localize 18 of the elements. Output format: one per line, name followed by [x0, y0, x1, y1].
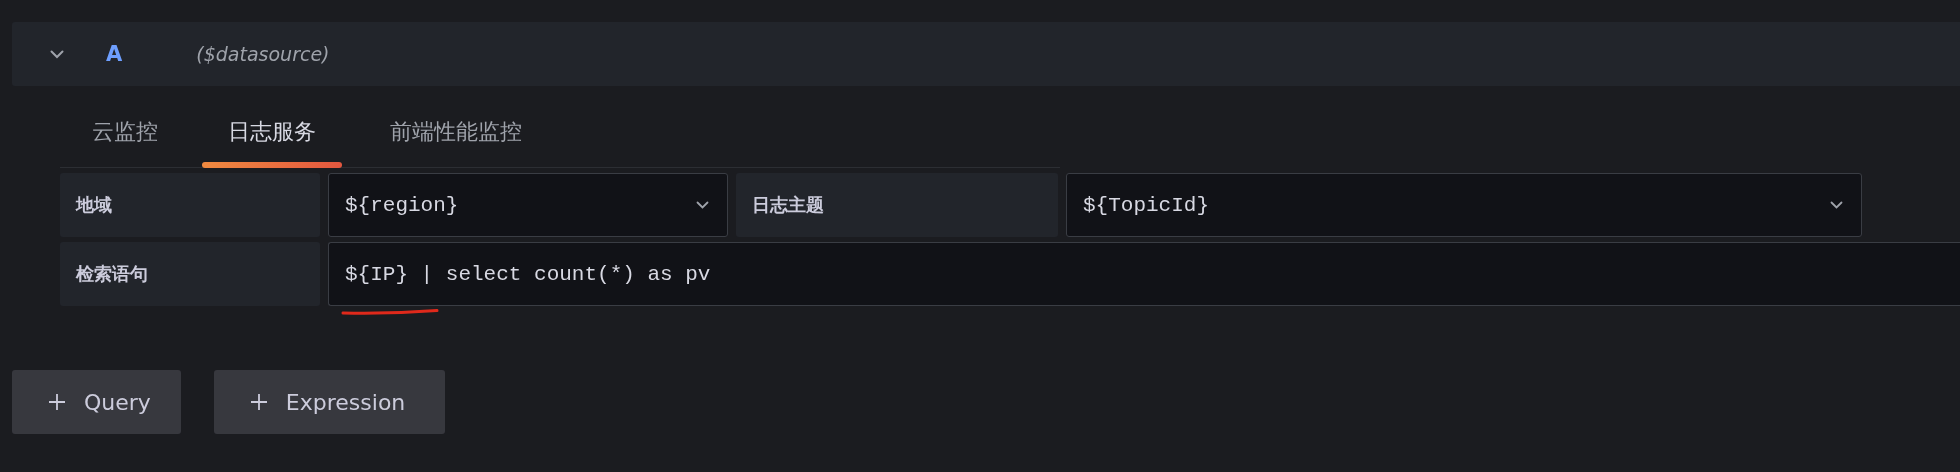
add-button[interactable]: Expression: [213, 370, 446, 434]
field-label: 地域: [60, 173, 320, 237]
chevron-icon: [50, 49, 64, 59]
datasource-name: ($datasource): [196, 43, 330, 65]
field-label: 检索语句: [60, 242, 320, 306]
chevron-icon: [696, 201, 709, 209]
tab[interactable]: 前端性能监控: [342, 110, 548, 167]
plus-icon: [249, 393, 268, 411]
tab[interactable]: 云监控: [60, 110, 202, 167]
query-input[interactable]: ${IP} | select count(*) as pv: [328, 242, 1960, 306]
dropdown[interactable]: ${region}: [328, 173, 728, 237]
chevron-icon: [1830, 201, 1843, 209]
plus-icon: [48, 393, 66, 411]
add-button[interactable]: Query: [12, 370, 181, 434]
dropdown[interactable]: ${TopicId}: [1066, 173, 1862, 237]
query-ref: A: [106, 42, 123, 66]
field-label: 日志主题: [736, 173, 1058, 237]
tab[interactable]: 日志服务: [202, 110, 342, 167]
